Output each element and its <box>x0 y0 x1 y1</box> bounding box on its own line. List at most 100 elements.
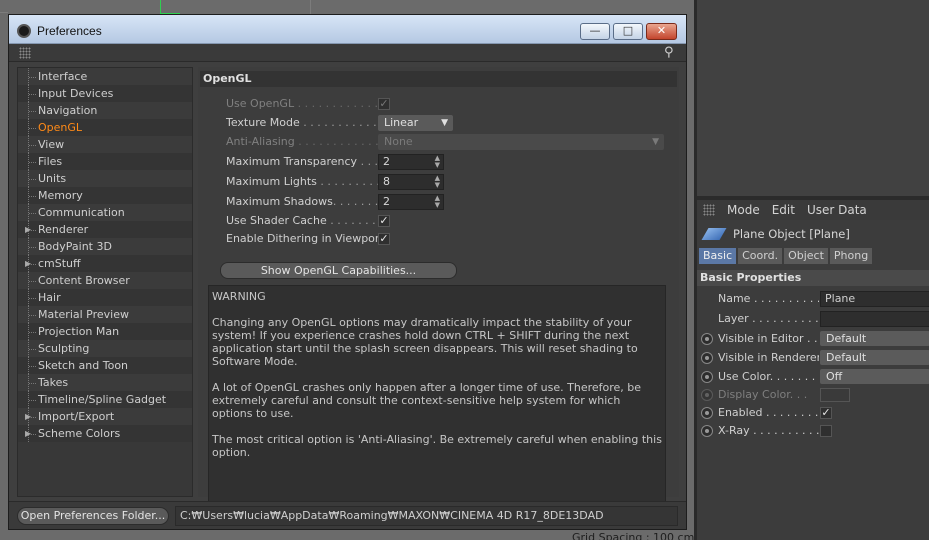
animate-radio-icon[interactable] <box>701 352 713 364</box>
enabled-checkbox[interactable]: ✓ <box>820 407 832 419</box>
spin-arrows-icon[interactable]: ▲ ▼ <box>435 155 440 169</box>
tree-item[interactable]: Input Devices <box>18 85 192 102</box>
tab-phong[interactable]: Phong <box>829 248 873 264</box>
tree-item-label: View <box>38 138 65 151</box>
anti-aliasing-label: Anti-Aliasing . . . . . . . . . . . . <box>226 135 379 148</box>
dithering-label: Enable Dithering in Viewport <box>226 232 384 245</box>
tab-basic[interactable]: Basic <box>699 248 737 264</box>
expand-arrow-icon[interactable]: ▶ <box>25 255 31 272</box>
tree-item-label: Scheme Colors <box>38 427 121 440</box>
visible-renderer-dropdown[interactable]: Default <box>820 350 929 365</box>
plane-object-icon <box>701 228 727 240</box>
max-shadows-value: 2 <box>383 195 390 208</box>
tree-item[interactable]: Timeline/Spline Gadget <box>18 391 192 408</box>
max-transparency-stepper[interactable]: 2 ▲ ▼ <box>378 154 444 170</box>
name-label: Name . . . . . . . . . . . <box>718 292 819 305</box>
tree-item[interactable]: Interface <box>18 68 192 85</box>
preferences-path-field[interactable]: C:₩Users₩lucia₩AppData₩Roaming₩MAXON₩CIN… <box>175 506 678 526</box>
expand-arrow-icon[interactable]: ▶ <box>25 425 31 442</box>
tree-item-label: Input Devices <box>38 87 114 100</box>
name-field[interactable]: Plane <box>820 291 929 307</box>
attribute-menubar: Mode Edit User Data <box>697 200 929 220</box>
opengl-panel: OpenGL Use OpenGL . . . . . . . . . . . … <box>198 67 679 511</box>
max-lights-label: Maximum Lights . . . . . . . . . . <box>226 175 387 188</box>
max-lights-value: 8 <box>383 175 390 188</box>
texture-mode-dropdown[interactable]: Linear ▼ <box>378 115 453 131</box>
tree-item[interactable]: Material Preview <box>18 306 192 323</box>
tree-item[interactable]: Sketch and Toon <box>18 357 192 374</box>
menu-mode[interactable]: Mode <box>727 203 760 217</box>
tab-coord[interactable]: Coord. <box>738 248 783 264</box>
open-preferences-folder-button[interactable]: Open Preferences Folder... <box>17 507 169 525</box>
animate-radio-icon[interactable] <box>701 371 713 383</box>
title-bar[interactable]: Preferences — □ ✕ <box>9 15 686 44</box>
spin-arrows-icon[interactable]: ▲ ▼ <box>435 175 440 189</box>
tree-item[interactable]: Navigation <box>18 102 192 119</box>
tree-item-label: Takes <box>38 376 69 389</box>
menu-user-data[interactable]: User Data <box>807 203 867 217</box>
tree-item[interactable]: ▶ Renderer <box>18 221 192 238</box>
minimize-button[interactable]: — <box>580 23 610 40</box>
section-basic-properties[interactable]: Basic Properties <box>697 270 929 286</box>
tree-item[interactable]: Hair <box>18 289 192 306</box>
cinema4d-logo-icon <box>17 24 31 38</box>
animate-radio-icon <box>701 389 713 401</box>
tree-item[interactable]: Files <box>18 153 192 170</box>
xray-label: X-Ray . . . . . . . . . . . . <box>718 424 819 437</box>
maximize-button[interactable]: □ <box>613 23 643 40</box>
texture-mode-value: Linear <box>384 116 419 129</box>
animate-radio-icon[interactable] <box>701 425 713 437</box>
menu-edit[interactable]: Edit <box>772 203 795 217</box>
tree-item[interactable]: Content Browser <box>18 272 192 289</box>
tree-item[interactable]: View <box>18 136 192 153</box>
tree-item[interactable]: Projection Man <box>18 323 192 340</box>
grip-icon[interactable] <box>19 47 31 59</box>
grid-line <box>310 0 311 14</box>
tree-item-label: cmStuff <box>38 257 81 270</box>
animate-radio-icon[interactable] <box>701 407 713 419</box>
tree-item[interactable]: Takes <box>18 374 192 391</box>
object-manager-panel[interactable] <box>697 0 929 196</box>
layer-field[interactable] <box>820 311 929 327</box>
preferences-toolbar: ⚲ <box>9 44 686 62</box>
tree-item[interactable]: ▶ Scheme Colors <box>18 425 192 442</box>
tree-item-label: Hair <box>38 291 61 304</box>
show-opengl-capabilities-button[interactable]: Show OpenGL Capabilities... <box>220 262 457 279</box>
tab-object[interactable]: Object <box>784 248 828 264</box>
use-opengl-label: Use OpenGL . . . . . . . . . . . . . <box>226 97 386 110</box>
tree-item[interactable]: BodyPaint 3D <box>18 238 192 255</box>
tree-item[interactable]: ▶ Import/Export <box>18 408 192 425</box>
max-lights-stepper[interactable]: 8 ▲ ▼ <box>378 174 444 190</box>
tree-item-label: Content Browser <box>38 274 130 287</box>
warning-text-area[interactable]: WARNING Changing any OpenGL options may … <box>208 285 666 511</box>
animate-radio-icon[interactable] <box>701 333 713 345</box>
tree-item[interactable]: Units <box>18 170 192 187</box>
max-shadows-stepper[interactable]: 2 ▲ ▼ <box>378 194 444 210</box>
dithering-checkbox[interactable]: ✓ <box>378 233 390 245</box>
object-title: Plane Object [Plane] <box>733 227 850 241</box>
tree-item[interactable]: OpenGL <box>18 119 192 136</box>
tree-item[interactable]: ▶ cmStuff <box>18 255 192 272</box>
attr-row-use-color: Use Color. . . . . . . . Off <box>697 369 929 386</box>
use-color-dropdown[interactable]: Off <box>820 369 929 384</box>
spin-arrows-icon[interactable]: ▲ ▼ <box>435 195 440 209</box>
tree-item-label: OpenGL <box>38 121 83 134</box>
tree-item-label: Memory <box>38 189 83 202</box>
shader-cache-checkbox[interactable]: ✓ <box>378 215 390 227</box>
tree-item-label: Sketch and Toon <box>38 359 129 372</box>
xray-checkbox[interactable] <box>820 425 832 437</box>
tree-item[interactable]: Memory <box>18 187 192 204</box>
texture-mode-label: Texture Mode . . . . . . . . . . . . <box>226 116 384 129</box>
max-transparency-label: Maximum Transparency . . . . <box>226 155 386 168</box>
grip-icon[interactable] <box>703 204 715 216</box>
search-icon[interactable]: ⚲ <box>664 45 680 61</box>
close-button[interactable]: ✕ <box>646 23 677 40</box>
expand-arrow-icon[interactable]: ▶ <box>25 408 31 425</box>
visible-editor-dropdown[interactable]: Default <box>820 331 929 346</box>
anti-aliasing-value: None <box>384 135 413 148</box>
expand-arrow-icon[interactable]: ▶ <box>25 221 31 238</box>
use-color-label: Use Color. . . . . . . . <box>718 370 819 383</box>
tree-item[interactable]: Communication <box>18 204 192 221</box>
tree-item-label: Projection Man <box>38 325 120 338</box>
tree-item[interactable]: Sculpting <box>18 340 192 357</box>
